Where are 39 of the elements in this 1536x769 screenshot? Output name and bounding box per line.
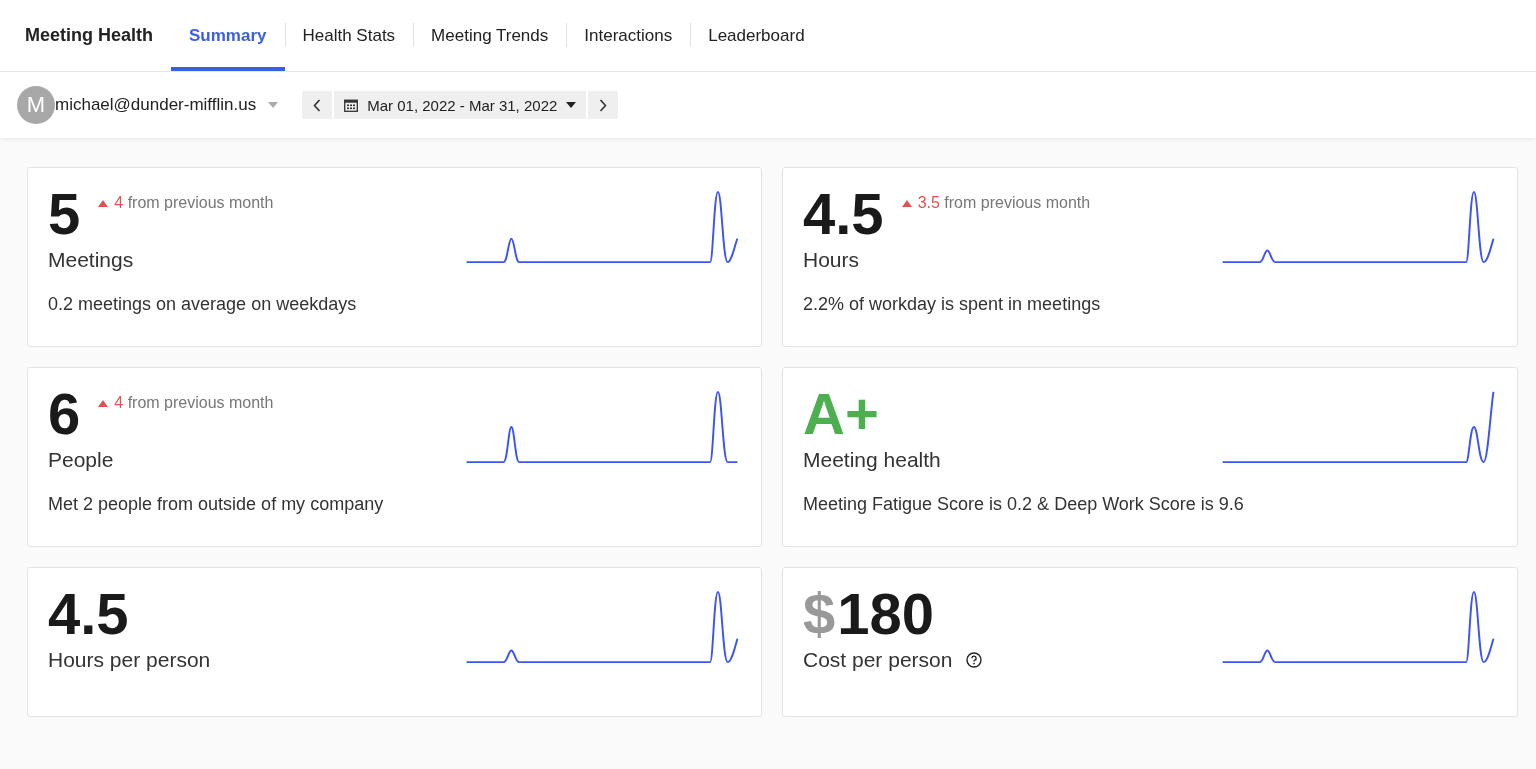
- stat-value: 4.5: [48, 585, 129, 643]
- triangle-up-icon: [98, 199, 109, 207]
- stat-description: 2.2% of workday is spent in meetings: [803, 294, 1102, 315]
- app-title: Meeting Health: [25, 25, 153, 46]
- stat-description: 0.2 meetings on average on weekdays: [48, 294, 358, 315]
- user-dropdown[interactable]: michael@dunder-mifflin.us: [55, 95, 279, 115]
- change-text: 3.5 from previous month: [917, 194, 1091, 212]
- nav-tab[interactable]: Health Stats: [284, 0, 414, 71]
- caret-icon: [566, 102, 577, 108]
- nav-tab[interactable]: Interactions: [566, 0, 691, 71]
- stat-value: 4.5: [803, 185, 884, 243]
- chevron-right-icon: [599, 98, 608, 112]
- date-range-picker[interactable]: Mar 01, 2022 - Mar 31, 2022: [334, 91, 587, 119]
- stat-label: People: [48, 448, 114, 472]
- stat-description: Meeting Fatigue Score is 0.2 & Deep Work Score is 9.6: [803, 494, 1245, 515]
- previous-button[interactable]: [302, 91, 333, 119]
- user-avatar: M: [17, 86, 55, 124]
- caret-icon: [268, 102, 279, 108]
- stat-label: Hours: [803, 248, 860, 272]
- chevron-left-icon: [313, 98, 322, 112]
- stat-value: 6: [48, 385, 81, 443]
- stat-value: 5: [48, 185, 81, 243]
- change-text: 4 from previous month: [114, 194, 274, 212]
- next-button[interactable]: [588, 91, 619, 119]
- change-text: 4 from previous month: [114, 394, 274, 412]
- stat-description: Met 2 people from outside of my company: [48, 494, 385, 515]
- nav-tab[interactable]: Leaderboard: [690, 0, 823, 71]
- stat-label: Meetings: [48, 248, 134, 272]
- stat-label: Hours per person: [48, 648, 211, 672]
- help-icon[interactable]: [966, 652, 983, 668]
- stat-label: Meeting health: [803, 448, 941, 472]
- grade-value: A+: [803, 385, 879, 443]
- triangle-up-icon: [901, 199, 912, 207]
- currency-symbol: $: [803, 585, 836, 643]
- stat-value: 180: [837, 585, 935, 643]
- nav-tab[interactable]: Meeting Trends: [413, 0, 567, 71]
- calendar-icon: [344, 98, 359, 112]
- stat-label: Cost per person: [803, 648, 953, 672]
- triangle-up-icon: [98, 399, 109, 407]
